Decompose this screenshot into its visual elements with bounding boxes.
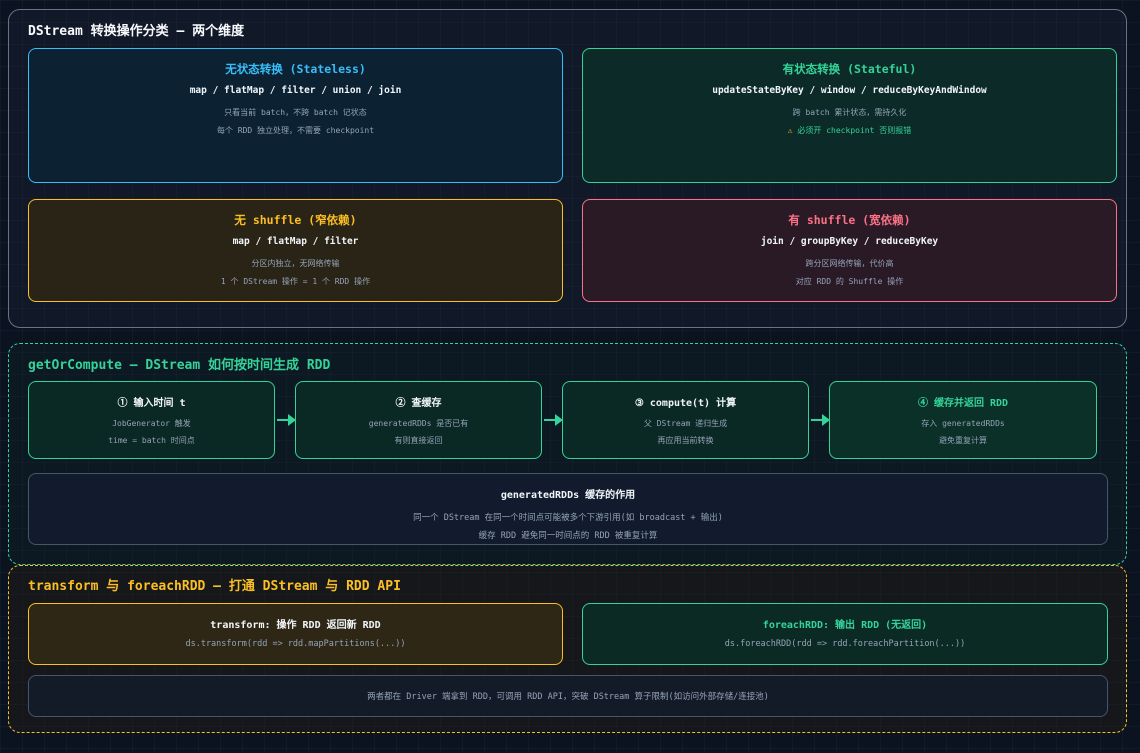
narrow-title: 无 shuffle (窄依赖) [234,213,357,227]
stateful-desc-2-text: 必须开 checkpoint 否则报错 [797,126,912,135]
foreachrdd-card-title: foreachRDD: 输出 RDD (无返回) [762,620,928,631]
wide-desc-2: 对应 RDD 的 Shuffle 操作 [795,277,904,286]
stateless-title: 无状态转换 (Stateless) [225,62,366,76]
step-input-time-desc-2: time = batch 时间点 [108,436,195,445]
generatedrdds-note-line-1: 同一个 DStream 在同一个时间点可能被多个下游引用(如 broadcast… [413,513,723,523]
narrow-desc-2: 1 个 DStream 操作 = 1 个 RDD 操作 [220,277,371,286]
stateful-desc-2: ⚠ 必须开 checkpoint 否则报错 [583,125,1116,136]
foreachrdd-card-code: ds.foreachRDD(rdd => rdd.foreachPartitio… [724,639,966,649]
warning-icon: ⚠ [787,126,793,135]
step-check-cache-desc-2: 有则直接返回 [394,436,443,445]
stateless-desc-2: 每个 RDD 独立处理，不需要 checkpoint [216,126,375,135]
step-compute-title: ③ compute(t) 计算 [634,398,737,409]
driver-note: 两者都在 Driver 端拿到 RDD，可调用 RDD API，突破 DStre… [28,675,1108,717]
arrow-right-icon [277,414,296,426]
step-input-time: ① 输入时间 t JobGenerator 触发 time = batch 时间… [28,381,275,459]
narrow-card: 无 shuffle (窄依赖) map / flatMap / filter 分… [28,199,563,302]
generatedrdds-note-title: generatedRDDs 缓存的作用 [500,490,636,501]
narrow-desc-1: 分区内独立，无网络传输 [251,259,340,268]
transform-card-title: transform: 操作 RDD 返回新 RDD [210,620,381,631]
stateless-card: 无状态转换 (Stateless) map / flatMap / filter… [28,48,563,183]
stateless-ops: map / flatMap / filter / union / join [189,85,402,96]
step-compute-desc-1: 父 DStream 递归生成 [643,419,728,428]
classification-title: DStream 转换操作分类 — 两个维度 [28,24,245,39]
transform-card-code: ds.transform(rdd => rdd.mapPartitions(..… [185,639,406,649]
stateful-title: 有状态转换 (Stateful) [782,62,917,76]
stateful-ops: updateStateByKey / window / reduceByKeyA… [712,85,987,96]
driver-note-text: 两者都在 Driver 端拿到 RDD，可调用 RDD API，突破 DStre… [367,692,769,702]
narrow-ops: map / flatMap / filter [232,236,359,247]
step-cache-return-desc-2: 避免重复计算 [939,436,987,445]
step-cache-return-title: ④ 缓存并返回 RDD [917,398,1009,409]
wide-card: 有 shuffle (宽依赖) join / groupByKey / redu… [582,199,1117,302]
step-cache-return: ④ 缓存并返回 RDD 存入 generatedRDDs 避免重复计算 [829,381,1097,459]
transform-card: transform: 操作 RDD 返回新 RDD ds.transform(r… [28,603,563,665]
step-compute: ③ compute(t) 计算 父 DStream 递归生成 再应用当前转换 [562,381,809,459]
transform-title: transform 与 foreachRDD — 打通 DStream 与 RD… [28,579,401,594]
wide-ops: join / groupByKey / reduceByKey [760,236,939,247]
generatedrdds-note-line-2: 缓存 RDD 避免同一时间点的 RDD 被重复计算 [478,531,658,541]
step-check-cache-desc-1: generatedRDDs 是否已有 [368,419,469,428]
arrow-right-icon [544,414,563,426]
step-input-time-desc-1: JobGenerator 触发 [112,419,191,428]
step-input-time-title: ① 输入时间 t [117,398,186,409]
getorcompute-title: getOrCompute — DStream 如何按时间生成 RDD [28,358,331,373]
wide-desc-1: 跨分区网络传输，代价高 [805,259,894,268]
stateless-desc-1: 只看当前 batch，不跨 batch 记状态 [224,108,367,117]
foreachrdd-card: foreachRDD: 输出 RDD (无返回) ds.foreachRDD(r… [582,603,1108,665]
step-check-cache-title: ② 查缓存 [395,398,442,409]
step-compute-desc-2: 再应用当前转换 [657,436,714,445]
stateful-card: 有状态转换 (Stateful) updateStateByKey / wind… [582,48,1117,183]
step-cache-return-desc-1: 存入 generatedRDDs [921,419,1005,428]
arrow-right-icon [811,414,830,426]
step-check-cache: ② 查缓存 generatedRDDs 是否已有 有则直接返回 [295,381,542,459]
wide-title: 有 shuffle (宽依赖) [788,213,911,227]
classification-section: DStream 转换操作分类 — 两个维度 无状态转换 (Stateless) … [8,9,1127,328]
generatedrdds-note: generatedRDDs 缓存的作用 同一个 DStream 在同一个时间点可… [28,473,1108,545]
getorcompute-section: getOrCompute — DStream 如何按时间生成 RDD ① 输入时… [8,343,1127,565]
stateful-desc-1: 跨 batch 累计状态，需持久化 [792,108,907,117]
transform-section: transform 与 foreachRDD — 打通 DStream 与 RD… [8,565,1127,733]
